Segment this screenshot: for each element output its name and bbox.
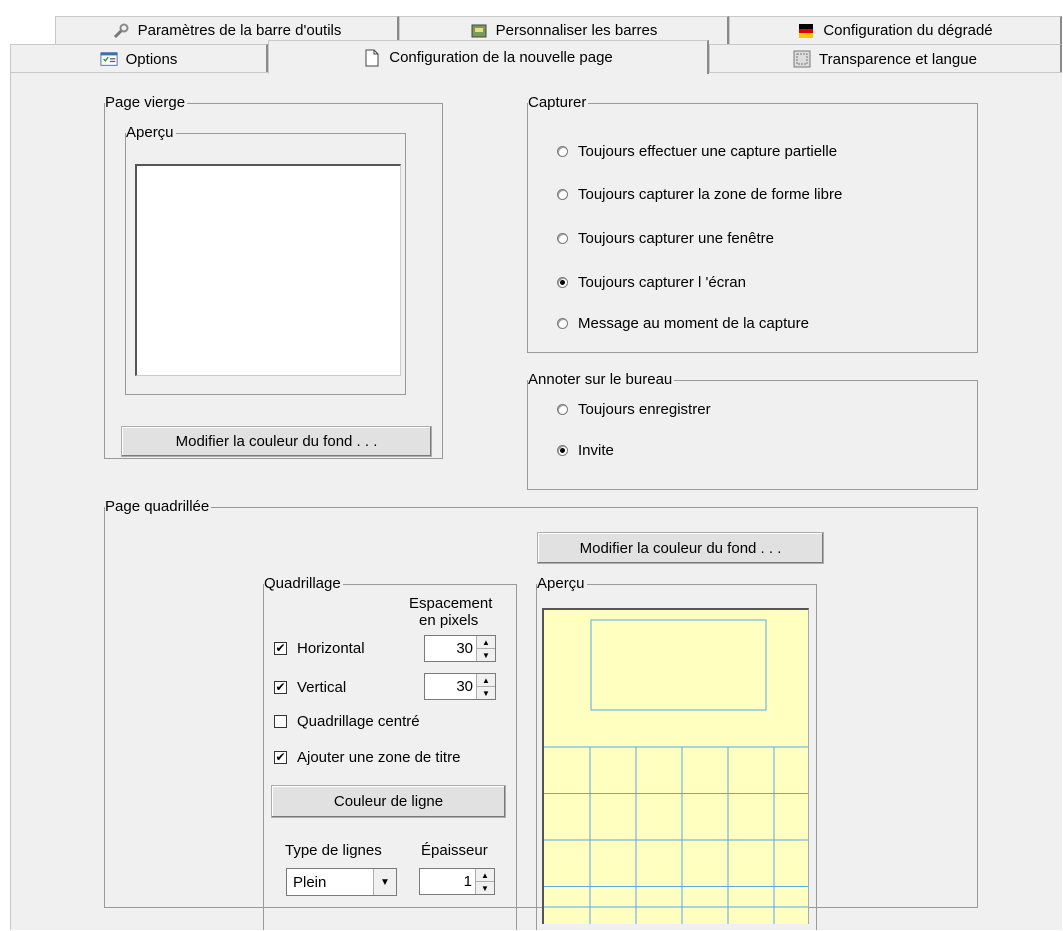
tab-label: Paramètres de la barre d'outils — [137, 22, 342, 39]
radio-label: Toujours capturer l 'écran — [578, 274, 746, 291]
down-arrow-icon[interactable]: ▼ — [476, 882, 494, 894]
annotate-always-save-radio[interactable]: Toujours enregistrer — [557, 401, 711, 418]
grid-settings-title: Quadrillage — [264, 575, 343, 593]
vertical-spacing-stepper[interactable]: 30 ▲ ▼ — [424, 673, 496, 700]
blank-change-bg-button[interactable]: Modifier la couleur du fond . . . — [121, 426, 432, 457]
transparency-icon — [793, 50, 811, 68]
grid-preview-canvas — [544, 610, 808, 924]
grid-preview-title: Aperçu — [537, 575, 587, 593]
checkbox-indicator: ✔ — [274, 750, 287, 764]
stepper-value: 30 — [456, 678, 473, 695]
checkbox-indicator: ✔ — [274, 680, 287, 694]
radio-indicator — [557, 404, 568, 415]
tab-label: Personnaliser les barres — [495, 22, 658, 39]
tab-gradient-config[interactable]: Configuration du dégradé — [729, 16, 1062, 44]
line-type-value: Plein — [293, 873, 327, 891]
line-type-select[interactable]: Plein ▼ — [286, 868, 397, 896]
page-icon — [363, 49, 381, 67]
annotate-title: Annoter sur le bureau — [528, 371, 675, 389]
radio-label: Toujours capturer une fenêtre — [578, 230, 774, 247]
radio-indicator — [557, 318, 568, 329]
grid-page-title: Page quadrillée — [105, 498, 212, 516]
line-type-label: Type de lignes — [285, 842, 382, 859]
vertical-checkbox[interactable]: ✔ Vertical — [274, 679, 346, 696]
centered-grid-checkbox[interactable]: Quadrillage centré — [274, 713, 420, 730]
tab-new-page-config[interactable]: Configuration de la nouvelle page — [268, 40, 709, 74]
radio-indicator — [557, 233, 568, 244]
capture-title: Capturer — [528, 94, 589, 112]
checkbox-label: Quadrillage centré — [297, 713, 420, 730]
radio-indicator — [557, 146, 568, 157]
radio-label: Invite — [578, 442, 614, 459]
line-color-button[interactable]: Couleur de ligne — [271, 785, 506, 818]
checkbox-label: Horizontal — [297, 640, 365, 657]
tab-label: Configuration de la nouvelle page — [389, 49, 613, 66]
blank-page-preview — [135, 164, 401, 376]
capture-screen-radio[interactable]: Toujours capturer l 'écran — [557, 274, 746, 291]
grid-preview-background — [544, 610, 808, 924]
capture-prompt-radio[interactable]: Message au moment de la capture — [557, 315, 809, 332]
annotate-prompt-radio[interactable]: Invite — [557, 442, 614, 459]
radio-label: Toujours capturer la zone de forme libre — [578, 186, 843, 203]
title-zone-checkbox[interactable]: ✔ Ajouter une zone de titre — [274, 749, 460, 766]
checkbox-label: Ajouter une zone de titre — [297, 749, 461, 766]
grid-change-bg-button[interactable]: Modifier la couleur du fond . . . — [537, 532, 824, 564]
capture-freeform-radio[interactable]: Toujours capturer la zone de forme libre — [557, 186, 842, 203]
stepper-value: 30 — [456, 640, 473, 657]
radio-label: Toujours effectuer une capture partielle — [578, 143, 838, 160]
tab-transparency-language[interactable]: Transparence et langue — [709, 44, 1062, 73]
tab-label: Options — [125, 50, 178, 68]
blank-page-title: Page vierge — [105, 94, 188, 112]
stepper-arrows[interactable]: ▲ ▼ — [475, 869, 494, 894]
down-arrow-icon[interactable]: ▼ — [477, 649, 495, 661]
thickness-label: Épaisseur — [421, 842, 488, 859]
radio-indicator-selected — [557, 277, 568, 288]
radio-indicator — [557, 189, 568, 200]
stepper-arrows[interactable]: ▲ ▼ — [476, 674, 495, 699]
capture-partial-radio[interactable]: Toujours effectuer une capture partielle — [557, 143, 837, 160]
annotate-group: Annoter sur le bureau — [527, 371, 978, 490]
radio-label: Toujours enregistrer — [578, 401, 711, 418]
thickness-stepper[interactable]: 1 ▲ ▼ — [419, 868, 495, 895]
horizontal-checkbox[interactable]: ✔ Horizontal — [274, 640, 365, 657]
up-arrow-icon[interactable]: ▲ — [477, 674, 495, 687]
customize-icon — [470, 22, 488, 40]
tab-label: Configuration du dégradé — [823, 22, 993, 39]
checkbox-indicator — [274, 715, 287, 728]
gradient-flag-icon — [797, 22, 815, 40]
stepper-arrows[interactable]: ▲ ▼ — [476, 636, 495, 661]
tab-label: Transparence et langue — [819, 50, 977, 68]
tab-options[interactable]: Options — [10, 44, 268, 73]
radio-label: Message au moment de la capture — [578, 315, 809, 332]
spacing-label-2: en pixels — [419, 612, 479, 629]
stepper-value: 1 — [463, 873, 472, 890]
blank-preview-title: Aperçu — [126, 124, 176, 142]
up-arrow-icon[interactable]: ▲ — [477, 636, 495, 649]
down-arrow-icon[interactable]: ▼ — [477, 687, 495, 699]
capture-window-radio[interactable]: Toujours capturer une fenêtre — [557, 230, 774, 247]
spacing-label-1: Espacement — [409, 595, 493, 612]
chevron-down-icon[interactable]: ▼ — [373, 869, 396, 895]
up-arrow-icon[interactable]: ▲ — [476, 869, 494, 882]
horizontal-spacing-stepper[interactable]: 30 ▲ ▼ — [424, 635, 496, 662]
options-icon — [100, 50, 118, 68]
checkbox-indicator: ✔ — [274, 641, 287, 655]
radio-indicator-selected — [557, 445, 568, 456]
checkbox-label: Vertical — [297, 679, 347, 696]
grid-preview — [542, 608, 809, 924]
wrench-icon — [112, 22, 130, 40]
